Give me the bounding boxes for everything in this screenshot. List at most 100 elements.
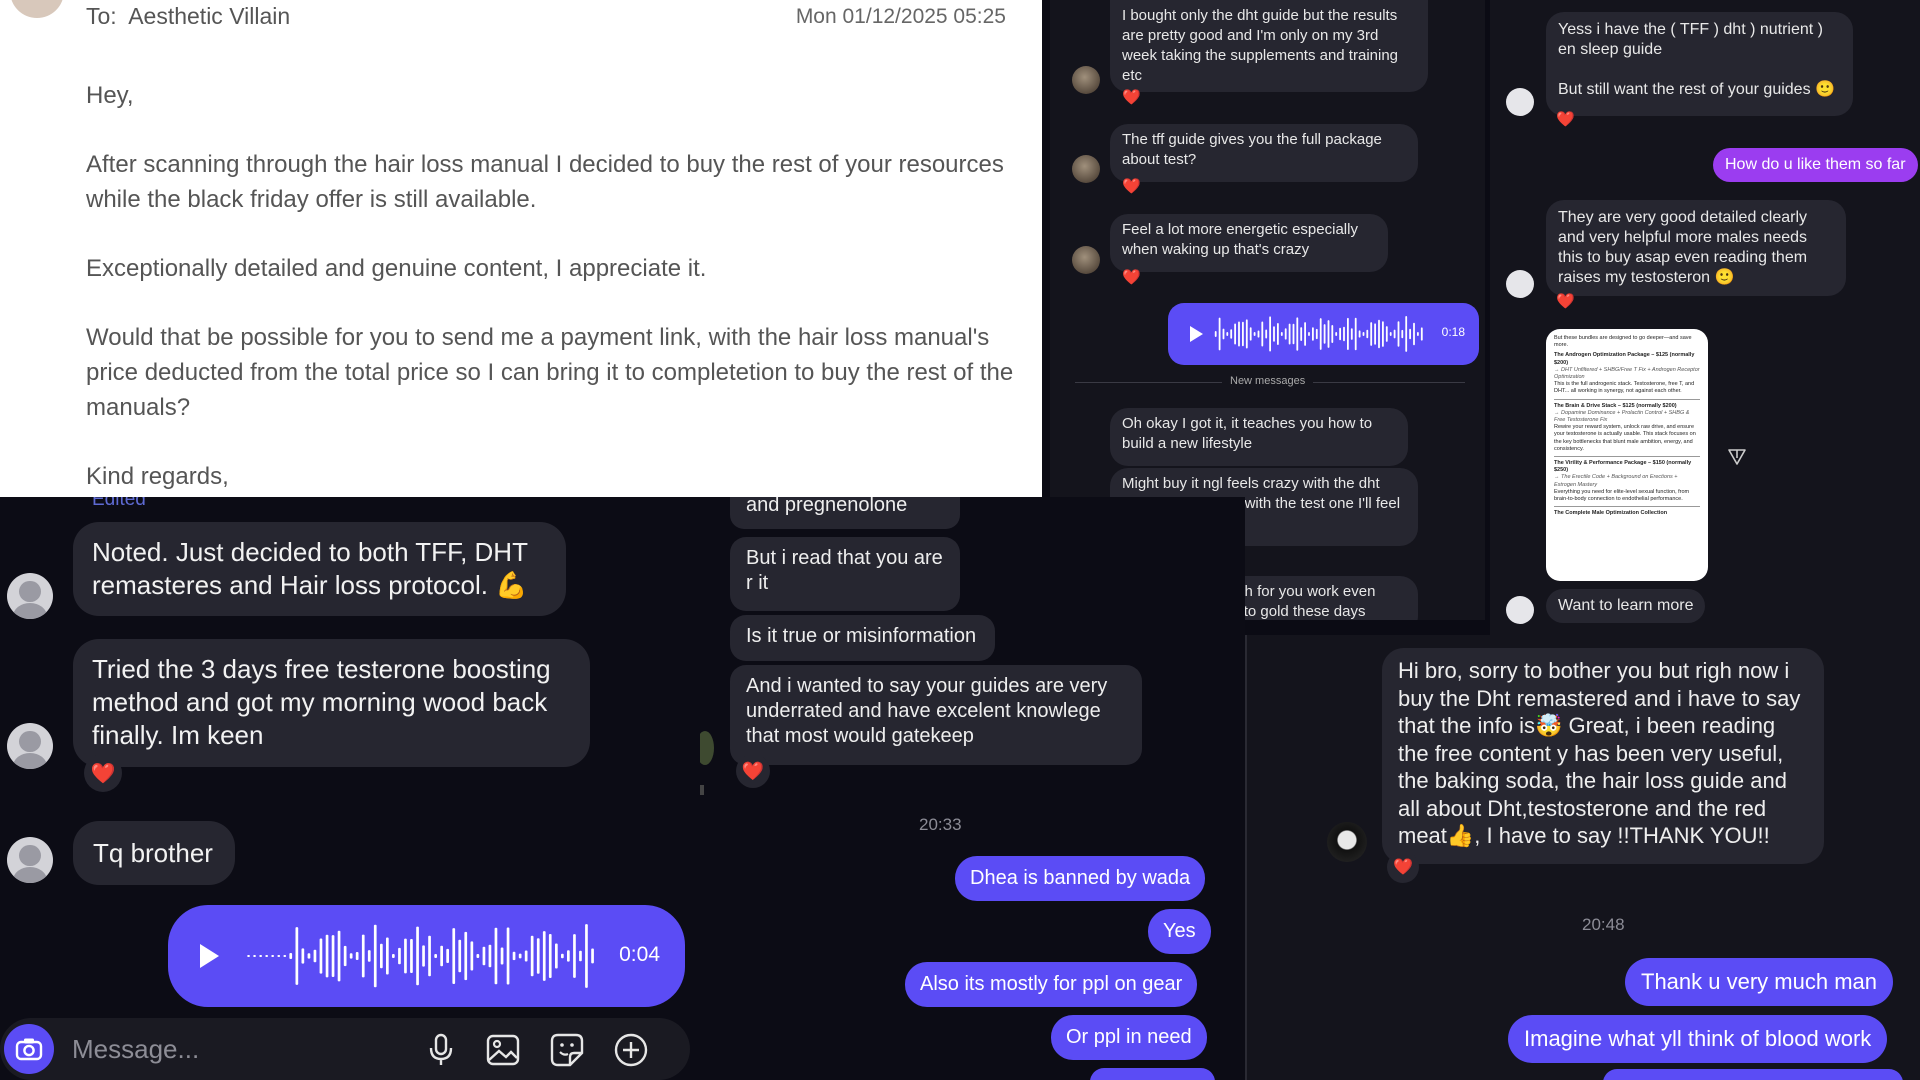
waveform-bar <box>295 927 299 985</box>
chat-panel-top-right: Yess i have the ( TFF ) dht ) nutrient )… <box>1490 0 1920 665</box>
microphone-button[interactable] <box>422 1031 460 1069</box>
heart-icon[interactable]: ❤️ <box>1556 292 1575 310</box>
waveform-bar <box>253 955 256 957</box>
waveform-bar <box>1242 321 1244 347</box>
recipient-name[interactable]: Aesthetic Villain <box>128 3 290 29</box>
waveform-bar <box>1323 324 1326 344</box>
sticker-button[interactable] <box>548 1031 586 1069</box>
waveform-bar <box>458 939 462 973</box>
outgoing-message[interactable]: Dhea is banned by wada <box>955 856 1206 901</box>
outgoing-message[interactable]: Also its mostly for ppl on gear <box>905 962 1198 1007</box>
sender-avatar <box>7 723 53 769</box>
waveform <box>1214 316 1423 352</box>
waveform-bar <box>319 938 323 974</box>
message-bubble[interactable]: Tried the 3 days free testerone boosting… <box>73 639 590 767</box>
voice-duration: 0:18 <box>1441 325 1465 339</box>
message-bubble[interactable]: Tq brother <box>73 821 235 885</box>
heart-icon[interactable]: ❤️ <box>1122 88 1141 106</box>
waveform-bar <box>428 935 431 977</box>
waveform-bar <box>1226 332 1229 336</box>
heart-icon[interactable]: ❤️ <box>84 754 122 792</box>
waveform-bar <box>1370 322 1373 346</box>
waveform-bar <box>1401 329 1404 339</box>
chat-panel-middle-bottom: and pregnenolone But i read that you are… <box>700 497 1245 1080</box>
waveform-bar <box>1378 319 1380 349</box>
waveform-bar <box>482 946 486 966</box>
waveform-bar <box>1222 328 1225 340</box>
waveform-bar <box>1269 316 1271 352</box>
edited-label: Edited <box>92 497 146 510</box>
waveform-bar <box>1273 326 1275 342</box>
waveform-bar <box>1331 325 1334 343</box>
waveform-bar <box>271 955 274 957</box>
outgoing-message[interactable]: Or ppl in need <box>1051 1015 1207 1060</box>
message-bubble[interactable]: Oh okay I got it, it teaches you how to … <box>1110 408 1408 466</box>
waveform-bar <box>1230 329 1233 339</box>
doc-package-desc: Rewire your reward system, unlock raw dr… <box>1554 424 1696 452</box>
message-bubble[interactable]: Feel a lot more energetic especially whe… <box>1110 214 1388 272</box>
waveform-bar <box>349 953 353 959</box>
waveform-bar <box>591 948 594 964</box>
message-bubble[interactable]: and pregnenolone <box>730 497 960 529</box>
add-button[interactable] <box>612 1031 650 1069</box>
message-bubble[interactable]: Hi bro, sorry to bother you but righ now… <box>1382 648 1824 864</box>
outgoing-message-partial[interactable] <box>1603 1069 1903 1080</box>
message-bubble[interactable]: I bought only the dht guide but the resu… <box>1110 0 1428 92</box>
message-bubble[interactable]: And i wanted to say your guides are very… <box>730 665 1142 765</box>
waveform-bar <box>1343 326 1345 342</box>
outgoing-message[interactable]: Imagine what yll think of blood work <box>1508 1015 1888 1063</box>
outgoing-message-partial[interactable] <box>1090 1068 1215 1080</box>
message-bubble[interactable]: Is it true or misinformation <box>730 615 995 661</box>
gallery-button[interactable] <box>484 1031 522 1069</box>
voice-message[interactable]: 0:18 <box>1168 303 1479 365</box>
heart-icon[interactable]: ❤️ <box>1387 851 1419 883</box>
waveform-bar <box>512 951 516 961</box>
waveform-bar <box>1249 327 1252 341</box>
message-bubble[interactable]: But i read that you are r it <box>730 537 960 611</box>
doc-package-desc: Everything you need for elite-level sexu… <box>1554 488 1690 503</box>
message-bubble[interactable]: The tff guide gives you the full package… <box>1110 124 1418 182</box>
waveform-bar <box>1327 320 1330 348</box>
heart-icon[interactable]: ❤️ <box>1556 110 1575 128</box>
waveform-bar <box>247 955 250 957</box>
outgoing-message[interactable]: Thank u very much man <box>1625 958 1893 1006</box>
outgoing-message[interactable]: Yes <box>1148 909 1211 954</box>
waveform-bar <box>337 930 341 982</box>
waveform-bar <box>561 953 564 959</box>
waveform-bar <box>1358 330 1361 338</box>
waveform-bar <box>265 955 268 957</box>
doc-package-title: The Virility & Performance Package – $15… <box>1554 460 1692 474</box>
waveform-bar <box>1234 323 1236 345</box>
message-input[interactable]: Message... <box>72 1034 199 1065</box>
heart-icon[interactable]: ❤️ <box>1122 268 1141 286</box>
heart-icon[interactable]: ❤️ <box>736 754 770 788</box>
outgoing-message[interactable]: How do u like them so far <box>1713 148 1918 182</box>
camera-button[interactable] <box>4 1024 54 1074</box>
message-bubble[interactable]: Noted. Just decided to both TFF, DHT rem… <box>73 522 566 616</box>
message-bubble[interactable]: They are very good detailed clearly and … <box>1546 200 1846 296</box>
message-bubble[interactable]: Yess i have the ( TFF ) dht ) nutrient )… <box>1546 12 1853 116</box>
email-panel: To: Aesthetic Villain Mon 01/12/2025 05:… <box>0 0 1042 497</box>
waveform-bar <box>367 950 371 962</box>
waveform-bar <box>380 943 383 969</box>
email-body: Hey, After scanning through the hair los… <box>86 78 1016 497</box>
sender-avatar <box>7 573 53 619</box>
heart-icon[interactable]: ❤️ <box>1122 177 1141 195</box>
voice-message[interactable]: 0:04 <box>168 905 685 1007</box>
shared-document-preview[interactable]: But these bundles are designed to go dee… <box>1546 329 1708 581</box>
waveform-bar <box>555 943 558 969</box>
doc-package-title: The Complete Male Optimization Collectio… <box>1554 510 1668 517</box>
waveform-bar <box>524 950 528 962</box>
waveform-bar <box>1382 321 1384 347</box>
waveform-bar <box>1350 328 1353 340</box>
waveform-bar <box>494 927 498 985</box>
waveform-bar <box>1397 321 1400 347</box>
waveform-bar <box>373 924 377 988</box>
send-icon[interactable] <box>1726 446 1748 468</box>
waveform-bar <box>542 931 546 981</box>
play-icon[interactable] <box>1188 325 1204 343</box>
message-bubble[interactable]: Want to learn more <box>1546 589 1706 623</box>
waveform-bar <box>1292 323 1295 345</box>
sender-avatar <box>7 837 53 883</box>
play-icon[interactable] <box>197 942 221 970</box>
